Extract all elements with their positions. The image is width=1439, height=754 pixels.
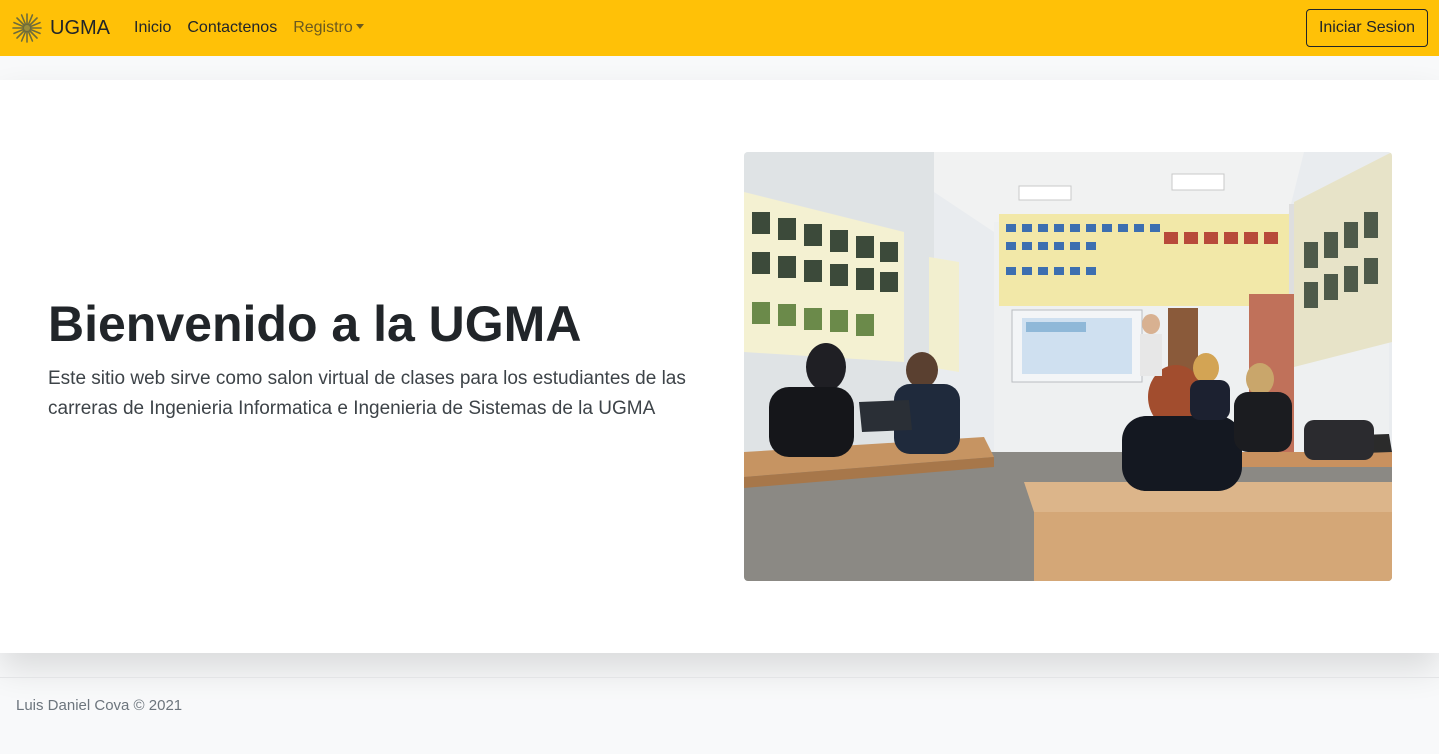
nav-dropdown-registro[interactable]: Registro	[285, 19, 372, 37]
brand-name: UGMA	[50, 16, 110, 39]
caret-down-icon	[355, 24, 364, 29]
nav-links: Inicio Contactenos Registro	[126, 19, 372, 37]
nav-dropdown-registro-label: Registro	[293, 19, 353, 36]
footer-divider	[0, 677, 1439, 678]
footer-copyright: Luis Daniel Cova © 2021	[16, 697, 183, 714]
nav-link-inicio[interactable]: Inicio	[126, 19, 179, 37]
hero-section: Bienvenido a la UGMA Este sitio web sirv…	[0, 80, 1439, 653]
hero-title: Bienvenido a la UGMA	[48, 296, 582, 352]
classroom-photo-illustration	[744, 152, 1392, 581]
sunburst-logo-icon	[12, 13, 42, 43]
classroom-photo	[744, 152, 1392, 581]
nav-link-contactenos[interactable]: Contactenos	[179, 19, 285, 37]
hero-lead: Este sitio web sirve como salon virtual …	[48, 368, 686, 419]
brand-link[interactable]: UGMA	[12, 0, 110, 56]
top-navbar: UGMA Inicio Contactenos Registro Iniciar…	[0, 0, 1439, 56]
hero-text: Bienvenido a la UGMA Este sitio web sirv…	[48, 294, 708, 424]
login-button[interactable]: Iniciar Sesion	[1305, 9, 1428, 47]
